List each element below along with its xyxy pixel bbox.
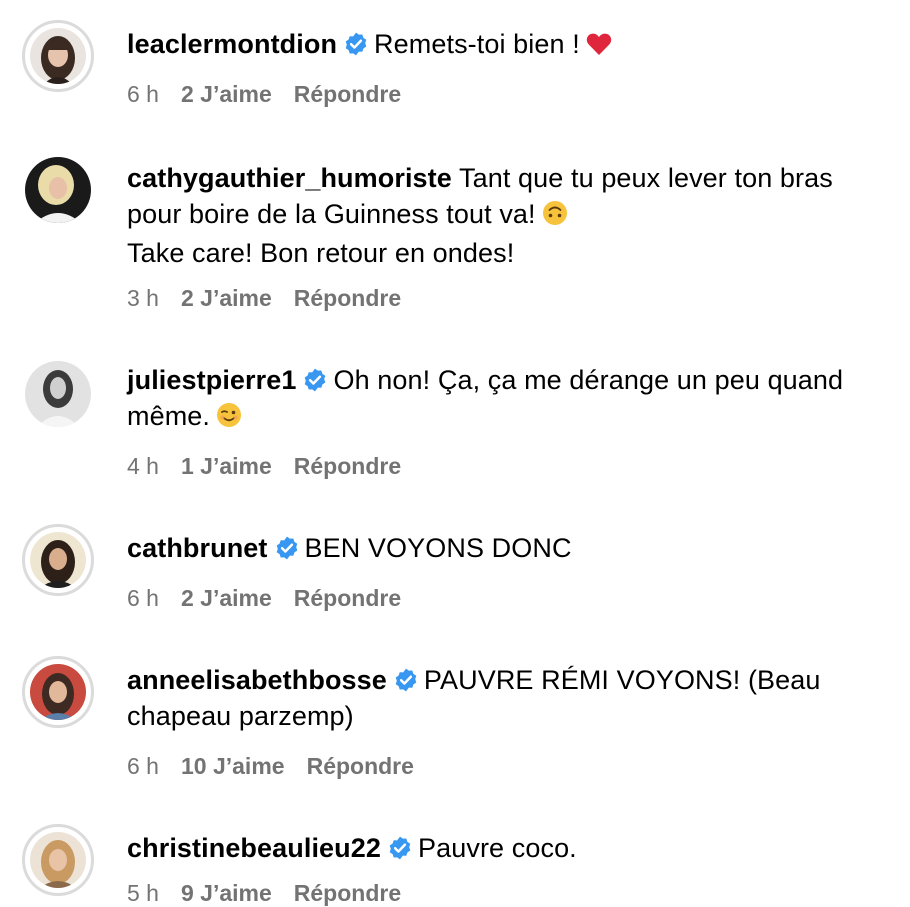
avatar-story-ring[interactable] bbox=[22, 524, 94, 596]
comment-username[interactable]: anneelisabethbosse bbox=[127, 665, 387, 695]
comment-timestamp[interactable]: 6 h bbox=[127, 753, 159, 779]
verified-badge-icon bbox=[274, 535, 300, 561]
comment-username[interactable]: christinebeaulieu22 bbox=[127, 833, 381, 863]
comment-username[interactable]: juliestpierre1 bbox=[127, 365, 296, 395]
avatar bbox=[25, 361, 91, 427]
comment-timestamp[interactable]: 6 h bbox=[127, 585, 159, 611]
like-count-button[interactable]: 9 J’aime bbox=[181, 880, 272, 906]
like-count-button[interactable]: 10 J’aime bbox=[181, 753, 285, 779]
comment-body-line2: Take care! Bon retour en ondes! bbox=[127, 238, 515, 268]
verified-badge-icon bbox=[387, 835, 413, 861]
like-count-button[interactable]: 2 J’aime bbox=[181, 81, 272, 107]
comment-username[interactable]: leaclermontdion bbox=[127, 29, 337, 59]
like-count-button[interactable]: 1 J’aime bbox=[181, 453, 272, 479]
comment-username[interactable]: cathygauthier_humoriste bbox=[127, 163, 452, 193]
reply-button[interactable]: Répondre bbox=[294, 880, 401, 906]
comment-timestamp[interactable]: 6 h bbox=[127, 81, 159, 107]
reply-button[interactable]: Répondre bbox=[307, 753, 414, 779]
verified-badge-icon bbox=[393, 667, 419, 693]
comment-timestamp[interactable]: 5 h bbox=[127, 880, 159, 906]
reply-button[interactable]: Répondre bbox=[294, 585, 401, 611]
comment-text: leaclermontdion Remets-toi bien ! bbox=[127, 26, 888, 65]
comment-text: anneelisabethbosse PAUVRE RÉMI VOYONS! (B… bbox=[127, 662, 888, 734]
verified-badge-icon bbox=[343, 31, 369, 57]
comment-body: Pauvre coco. bbox=[418, 833, 577, 863]
reply-button[interactable]: Répondre bbox=[294, 453, 401, 479]
avatar bbox=[30, 28, 86, 84]
comment-timestamp[interactable]: 4 h bbox=[127, 453, 159, 479]
reply-button[interactable]: Répondre bbox=[294, 81, 401, 107]
comment-body: BEN VOYONS DONC bbox=[304, 533, 572, 563]
comment-text: cathygauthier_humoriste Tant que tu peux… bbox=[127, 160, 888, 271]
comment-text: christinebeaulieu22 Pauvre coco. bbox=[127, 830, 888, 866]
like-count-button[interactable]: 2 J’aime bbox=[181, 285, 272, 311]
reply-button[interactable]: Répondre bbox=[294, 285, 401, 311]
avatar bbox=[30, 532, 86, 588]
avatar bbox=[25, 157, 91, 223]
avatar-button[interactable] bbox=[25, 157, 91, 223]
avatar-story-ring[interactable] bbox=[22, 656, 94, 728]
comment-body: Remets-toi bien ! bbox=[374, 29, 580, 59]
avatar bbox=[30, 832, 86, 888]
like-count-button[interactable]: 2 J’aime bbox=[181, 585, 272, 611]
comment-text: juliestpierre1 Oh non! Ça, ça me dérange … bbox=[127, 362, 888, 437]
avatar-story-ring[interactable] bbox=[22, 824, 94, 896]
winking-face-icon bbox=[216, 401, 242, 437]
red-heart-icon bbox=[586, 29, 612, 65]
upside-down-face-icon bbox=[542, 199, 568, 235]
avatar-story-ring[interactable] bbox=[22, 20, 94, 92]
verified-badge-icon bbox=[302, 367, 328, 393]
comment-text: cathbrunet BEN VOYONS DONC bbox=[127, 530, 888, 566]
avatar-button[interactable] bbox=[25, 361, 91, 427]
comment-timestamp[interactable]: 3 h bbox=[127, 285, 159, 311]
avatar bbox=[30, 664, 86, 720]
comment-username[interactable]: cathbrunet bbox=[127, 533, 268, 563]
